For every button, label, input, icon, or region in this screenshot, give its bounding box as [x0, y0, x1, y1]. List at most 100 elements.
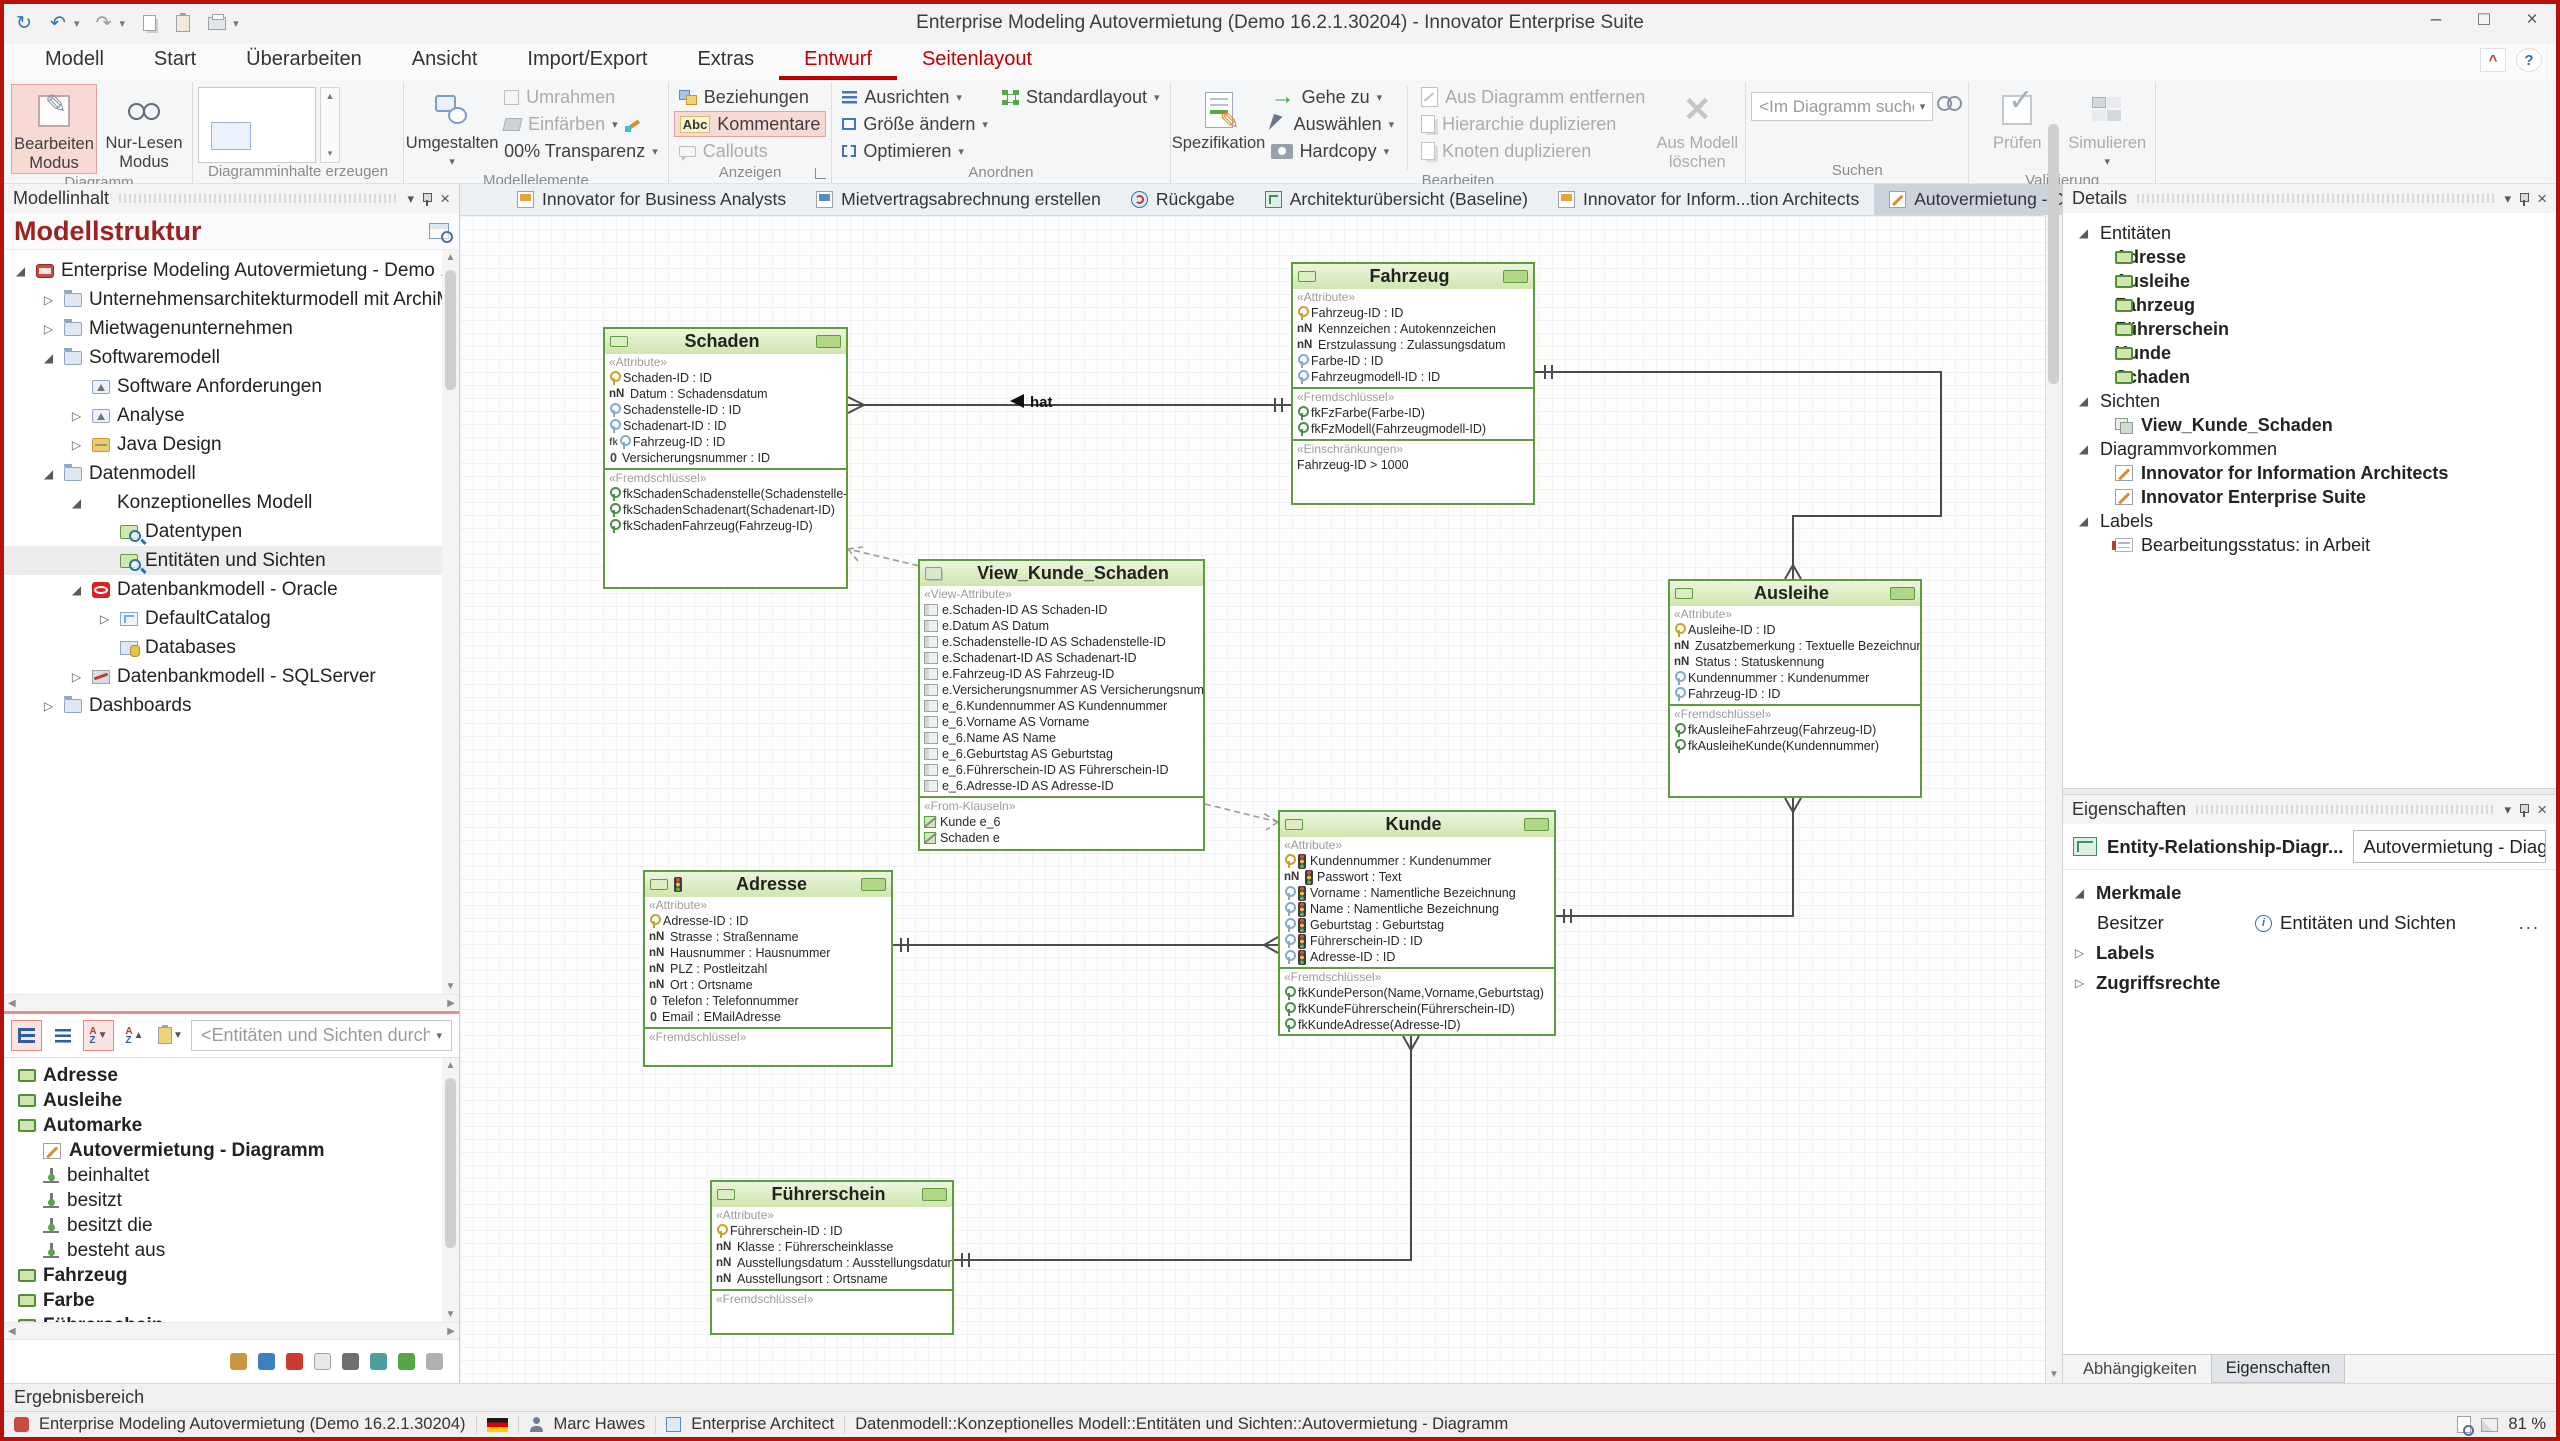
- attribute-row[interactable]: fkKundeAdresse(Adresse-ID): [1284, 1017, 1550, 1033]
- list-horizontal-scrollbar[interactable]: ◀▶: [4, 1322, 459, 1339]
- list-item-autovermietung-diagramm[interactable]: Autovermietung - Diagramm: [4, 1138, 459, 1163]
- details-pin-icon[interactable]: [2519, 192, 2529, 206]
- entity-kunde[interactable]: Kunde«Attribute»Kundennummer : Kundenumm…: [1278, 810, 1556, 1036]
- list-item-fahrzeug[interactable]: ▷Fahrzeug: [4, 1263, 459, 1288]
- attribute-row[interactable]: Schaden e: [924, 830, 1199, 846]
- expander-icon[interactable]: ▷: [40, 293, 57, 307]
- list-item-automarke[interactable]: Automarke: [4, 1113, 459, 1138]
- besitzer-more-button[interactable]: ...: [2519, 912, 2556, 934]
- menu-extras[interactable]: Extras: [672, 42, 779, 80]
- attribute-row[interactable]: Kundennummer : Kundenummer: [1674, 670, 1916, 686]
- ausrichten-dropdown[interactable]: Ausrichten▾: [837, 84, 993, 110]
- attribute-row[interactable]: nNKennzeichen : Autokennzeichen: [1297, 321, 1529, 337]
- expand-box-icon[interactable]: [816, 335, 841, 348]
- edit-mode-button[interactable]: Bearbeiten Modus: [11, 84, 97, 174]
- expander-icon[interactable]: ◢: [2075, 226, 2092, 240]
- expander-icon[interactable]: ▷: [40, 322, 57, 336]
- tab-r-ckgabe[interactable]: Rückgabe: [1116, 184, 1250, 215]
- entity-f-hrerschein[interactable]: Führerschein«Attribute»Führerschein-ID :…: [710, 1180, 954, 1335]
- panel-strip-icon-3[interactable]: [286, 1353, 303, 1370]
- tree-item-datentypen[interactable]: Datentypen: [4, 517, 459, 546]
- details-item-fahrzeug[interactable]: Fahrzeug: [2063, 293, 2556, 317]
- german-flag-icon[interactable]: [487, 1418, 508, 1432]
- aus-modell-loeschen-button[interactable]: ✕Aus Modell löschen: [1654, 84, 1740, 172]
- list-item-ausleihe[interactable]: Ausleihe: [4, 1088, 459, 1113]
- dialog-launcher-icon[interactable]: [815, 168, 826, 179]
- attribute-row[interactable]: Vorname : Namentliche Bezeichnung: [1284, 885, 1550, 901]
- tab-abhaengigkeiten[interactable]: Abhängigkeiten: [2069, 1355, 2211, 1383]
- list-item-besitzt-die[interactable]: besitzt die: [4, 1213, 459, 1238]
- attribute-row[interactable]: e_6.Vorname AS Vorname: [924, 714, 1199, 730]
- attribute-row[interactable]: Führerschein-ID : ID: [1284, 933, 1550, 949]
- knoten-duplizieren-button[interactable]: Knoten duplizieren: [1416, 138, 1650, 164]
- details-close-icon[interactable]: ×: [2537, 189, 2547, 209]
- panel-strip-icon-8[interactable]: [426, 1353, 443, 1370]
- attribute-row[interactable]: nNKlasse : Führerscheinklasse: [716, 1239, 948, 1255]
- undo-icon[interactable]: ↶: [48, 11, 68, 35]
- details-section-entit-ten[interactable]: ◢Entitäten: [2063, 221, 2556, 245]
- expander-icon[interactable]: ◢: [40, 351, 57, 365]
- collapse-box-icon[interactable]: [717, 1189, 735, 1200]
- redo-icon[interactable]: ↷: [94, 11, 114, 35]
- entity-ausleihe[interactable]: Ausleihe«Attribute»Ausleihe-ID : IDnNZus…: [1668, 579, 1922, 798]
- binoculars-icon[interactable]: [1937, 96, 1963, 112]
- connector-4[interactable]: [893, 937, 1278, 953]
- tab-innovator-for-business-analysts[interactable]: Innovator for Business Analysts: [502, 184, 801, 215]
- tree-item-datenbankmodell-sqlserver[interactable]: ▷Datenbankmodell - SQLServer: [4, 662, 459, 691]
- details-item-innovator-enterprise-suite[interactable]: Innovator Enterprise Suite: [2063, 485, 2556, 509]
- tree-item-databases[interactable]: Databases: [4, 633, 459, 662]
- tree-item-entit-ten-und-sichten[interactable]: Entitäten und Sichten: [4, 546, 459, 575]
- expander-icon[interactable]: ◢: [2075, 514, 2092, 528]
- attribute-row[interactable]: nNPLZ : Postleitzahl: [649, 961, 887, 977]
- attribute-row[interactable]: 0Email : EMailAdresse: [649, 1009, 887, 1025]
- attribute-row[interactable]: Kundennummer : Kundenummer: [1284, 853, 1550, 869]
- redo-dropdown-icon[interactable]: ▾: [120, 17, 126, 30]
- menu-seitenlayout[interactable]: Seitenlayout: [897, 42, 1057, 80]
- panel-strip-icon-6[interactable]: [370, 1353, 387, 1370]
- details-section-diagrammvorkommen[interactable]: ◢Diagrammvorkommen: [2063, 437, 2556, 461]
- connector-6[interactable]: [848, 547, 928, 568]
- tree-item-dashboards[interactable]: ▷Dashboards: [4, 691, 459, 720]
- attribute-row[interactable]: nNErstzulassung : Zulassungsdatum: [1297, 337, 1529, 353]
- expander-icon[interactable]: ◢: [2075, 394, 2092, 408]
- panel-strip-icon-4[interactable]: [314, 1353, 331, 1370]
- menu-berarbeiten[interactable]: Überarbeiten: [221, 42, 387, 80]
- attribute-row[interactable]: Ausleihe-ID : ID: [1674, 622, 1916, 638]
- attribute-row[interactable]: Fahrzeug-ID : ID: [1297, 305, 1529, 321]
- listbox-scrollbar[interactable]: ▲▾: [320, 87, 340, 163]
- canvas-vertical-scrollbar[interactable]: ▲▼: [2045, 216, 2062, 1383]
- auswaehlen-dropdown[interactable]: Auswählen▾: [1266, 111, 1400, 137]
- expander-icon[interactable]: ◢: [12, 264, 29, 278]
- expander-icon[interactable]: ◢: [40, 467, 57, 481]
- attribute-row[interactable]: nNStrasse : Straßenname: [649, 929, 887, 945]
- expander-icon[interactable]: ▷: [68, 670, 85, 684]
- collapse-box-icon[interactable]: [610, 336, 628, 347]
- attribute-row[interactable]: e.Schadenart-ID AS Schadenart-ID: [924, 650, 1199, 666]
- tab-mietvertragsabrechnung-erstellen[interactable]: Mietvertragsabrechnung erstellen: [801, 184, 1116, 215]
- standardlayout-dropdown[interactable]: Standardlayout▾: [997, 84, 1165, 110]
- result-area-bar[interactable]: Ergebnisbereich: [4, 1383, 2556, 1411]
- list-item-farbe[interactable]: Farbe: [4, 1288, 459, 1313]
- pin-icon[interactable]: [422, 192, 432, 206]
- attribute-row[interactable]: Kunde e_6: [924, 814, 1199, 830]
- tree-view-button[interactable]: [11, 1020, 42, 1051]
- expander-icon[interactable]: ◢: [68, 496, 85, 510]
- properties-pin-icon[interactable]: [2519, 803, 2529, 817]
- panel-dropdown-icon[interactable]: ▾: [408, 191, 415, 207]
- attribute-row[interactable]: Geburtstag : Geburtstag: [1284, 917, 1550, 933]
- expander-icon[interactable]: ▷: [96, 612, 113, 626]
- diagram-content-listbox[interactable]: [198, 87, 316, 163]
- connector-3[interactable]: [1556, 798, 1801, 923]
- merkmale-section[interactable]: ◢Merkmale: [2063, 878, 2556, 908]
- tree-horizontal-scrollbar[interactable]: ◀▶: [4, 994, 459, 1011]
- attribute-row[interactable]: fkFzModell(Fahrzeugmodell-ID): [1297, 421, 1529, 437]
- attribute-row[interactable]: fkSchadenSchadenstelle(Schadenstelle-ID): [609, 486, 842, 502]
- attribute-row[interactable]: 0Telefon : Telefonnummer: [649, 993, 887, 1009]
- attribute-row[interactable]: Adresse-ID : ID: [1284, 949, 1550, 965]
- attribute-row[interactable]: nNAusstellungsdatum : Ausstellungsdatum: [716, 1255, 948, 1271]
- details-item-bearbeitungsstatus-in-arbeit[interactable]: Bearbeitungsstatus: in Arbeit: [2063, 533, 2556, 557]
- list-item-f-hrerschein[interactable]: Führerschein: [4, 1313, 459, 1322]
- tree-item-datenbankmodell-oracle[interactable]: ◢Datenbankmodell - Oracle: [4, 575, 459, 604]
- expand-box-icon[interactable]: [1524, 818, 1549, 831]
- attribute-row[interactable]: e.Schaden-ID AS Schaden-ID: [924, 602, 1199, 618]
